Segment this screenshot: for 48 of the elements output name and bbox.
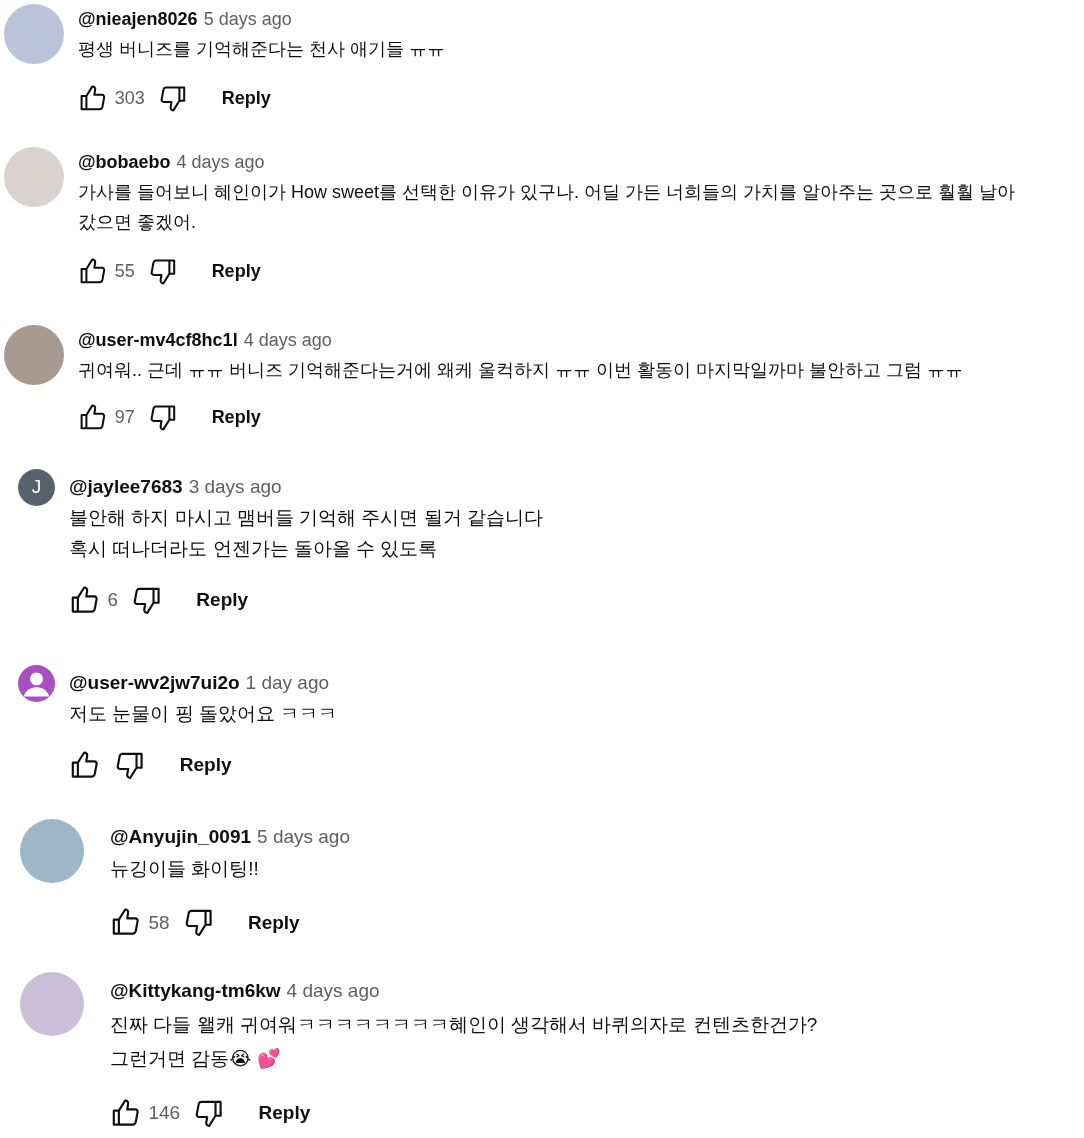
- like-count: 6: [107, 589, 118, 612]
- comment-time: 4 days ago: [176, 150, 265, 174]
- reply-button[interactable]: Reply: [258, 1097, 311, 1128]
- comment-time: 4 days ago: [286, 978, 380, 1003]
- like-count: 97: [114, 407, 135, 429]
- like-count: 55: [114, 260, 135, 282]
- thumbs-up-icon[interactable]: [110, 1097, 141, 1129]
- thumbs-up-icon[interactable]: [69, 584, 100, 616]
- comment-time: 5 days ago: [203, 8, 292, 31]
- comment-time: 5 days ago: [257, 825, 350, 850]
- thumbs-down-icon[interactable]: [148, 403, 178, 433]
- comment-text: 평생 버니즈를 기억해준다는 천사 애기들 ㅠㅠ: [78, 38, 445, 61]
- comment-text: 저도 눈물이 핑 돌았어요 ㅋㅋㅋ: [69, 702, 338, 727]
- reply-button[interactable]: Reply: [221, 84, 271, 114]
- reply-button[interactable]: Reply: [211, 256, 261, 286]
- comment-text: 뉴깅이들 화이팅!!: [110, 857, 260, 882]
- reply-button[interactable]: Reply: [211, 403, 261, 433]
- like-count: 303: [114, 88, 145, 110]
- comment-author[interactable]: @jaylee7683: [69, 470, 183, 502]
- comment-author[interactable]: @user-wv2jw7ui2o: [69, 667, 240, 699]
- like-count: 146: [148, 1101, 181, 1124]
- thumbs-down-icon[interactable]: [115, 750, 146, 781]
- comment-text: 불안해 하지 마시고 맴버들 기억해 주시면 될거 같습니다: [69, 505, 543, 530]
- comment-text: 진짜 다들 왤캐 귀여워ㅋㅋㅋㅋㅋㅋㅋㅋ혜인이 생각해서 바퀴의자로 컨텐츠한건가?: [110, 1012, 818, 1037]
- thumbs-up-icon[interactable]: [69, 750, 100, 781]
- thumbs-up-icon[interactable]: [78, 256, 107, 286]
- avatar-photo-placeholder: [4, 4, 64, 64]
- thumbs-down-icon[interactable]: [158, 84, 188, 113]
- comment-time: 3 days ago: [188, 474, 282, 499]
- thumbs-up-icon[interactable]: [78, 84, 107, 113]
- comment-author[interactable]: @nieajen8026: [78, 4, 198, 34]
- comment-text: 가사를 들어보니 혜인이가 How sweet를 선택한 이유가 있구나. 어딜 가든 너희들의 가치를 알아주는 곳으로 훨훨 날아 갔으면 좋겠어.: [78, 180, 1017, 234]
- comment-time: 4 days ago: [243, 329, 332, 353]
- comment-author[interactable]: @Kittykang-tm6kw: [110, 973, 281, 1008]
- comment-author[interactable]: @Anyujin_0091: [110, 821, 252, 854]
- comment-author[interactable]: @bobaebo: [78, 146, 171, 177]
- comment-author[interactable]: @user-mv4cf8hc1l: [78, 325, 238, 356]
- reply-button[interactable]: Reply: [247, 907, 300, 938]
- comment-text: 혹시 떠나더라도 언젠가는 돌아올 수 있도록: [69, 536, 439, 561]
- reply-button[interactable]: Reply: [179, 750, 232, 781]
- comment-time: 1 day ago: [245, 671, 330, 696]
- comment-text: 귀여워.. 근데 ㅠㅠ 버니즈 기억해준다는거에 왜케 울컥하지 ㅠㅠ 이번 활동이 마지막일까마 불안하고 그럼 ㅠㅠ: [78, 359, 963, 383]
- thumbs-up-icon[interactable]: [110, 907, 141, 938]
- reply-button[interactable]: Reply: [196, 585, 249, 616]
- letter-avatar: J: [18, 468, 55, 506]
- thumbs-down-icon[interactable]: [183, 907, 214, 938]
- comment-text: 그런거면 감동😭 💕: [110, 1046, 282, 1071]
- like-count: 58: [148, 911, 170, 934]
